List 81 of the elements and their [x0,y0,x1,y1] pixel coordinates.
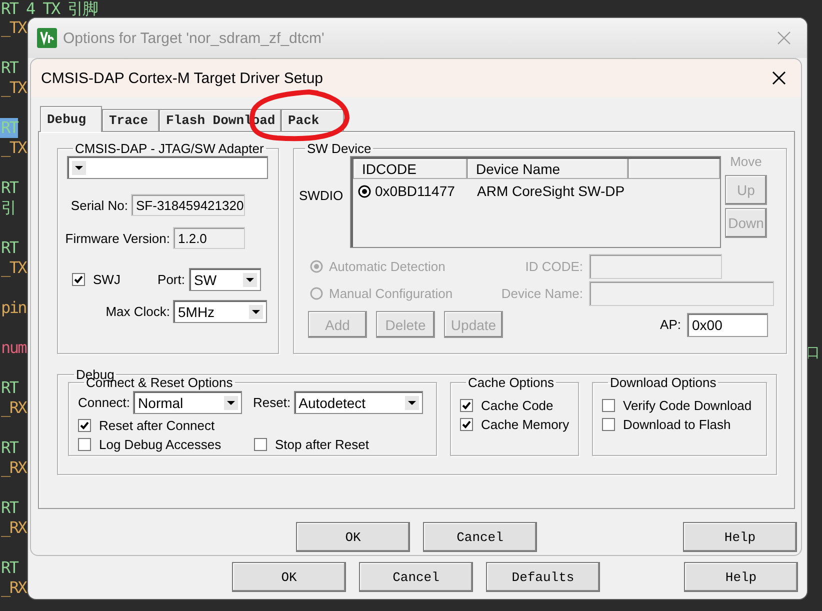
checkbox-label: Reset after Connect [99,418,215,433]
table-cell: 0x0BD11477 [375,183,455,199]
code-line: _TX [0,18,26,38]
group-title: Cache Options [467,375,555,390]
dialog-button[interactable]: Help [684,562,798,592]
dialog-button[interactable]: Defaults [486,562,600,592]
adapter-dropdown[interactable] [67,156,268,179]
field-label: Serial No: [70,198,128,212]
checkbox-label: Log Debug Accesses [99,437,222,452]
field-label: AP: [659,317,681,332]
code-line: pin [0,298,26,318]
tab[interactable]: Pack [281,109,344,131]
firmware-version-field[interactable]: 1.2.0 [173,227,245,249]
code-line: RT [0,238,18,258]
code-line: _RX [0,458,26,478]
checkbox[interactable] [602,418,615,431]
window-title: Options for Target 'nor_sdram_zf_dtcm' [63,30,324,46]
code-line: _TX [0,258,26,278]
ap-field[interactable]: 0x00 [687,312,768,336]
radio-label: Manual Configuration [329,286,453,301]
checkbox[interactable] [72,273,85,286]
checkbox-label: Cache Memory [481,417,570,432]
close-icon[interactable] [772,71,786,85]
code-line: RT [0,178,18,198]
checkbox[interactable] [460,399,473,412]
serial-number-field[interactable]: SF-318459421320 [131,194,245,216]
checkbox[interactable] [460,418,473,431]
max-clock-dropdown[interactable]: 5MHz [173,300,267,323]
table-cell: ARM CoreSight SW-DP [477,183,625,199]
checkbox[interactable] [602,399,615,412]
code-line: RT [0,378,18,398]
code-line: _RX [0,518,26,538]
code-line: RT [0,58,18,78]
app-logo-icon [37,28,57,48]
checkbox-label: SWJ [93,272,122,287]
port-dropdown[interactable]: SW [189,268,261,291]
code-line: RT [0,438,18,458]
code-line: RT 4 TX 引脚 [0,0,98,18]
code-line: _TX [0,138,26,158]
code-line: _RX [0,578,26,598]
reset-dropdown[interactable]: Autodetect [294,391,423,414]
move-label: Move [730,154,762,169]
dialog-button[interactable]: Cancel [359,562,473,592]
checkbox[interactable] [78,438,91,451]
field-label: Reset: [253,395,291,410]
dialog-button[interactable]: Cancel [423,522,537,552]
field-label: Port: [156,272,185,287]
code-line: _RX [0,398,26,418]
group-title: SW Device [306,141,372,156]
code-line: RT [0,498,18,518]
tab[interactable]: Debug [40,106,102,132]
radio-button[interactable] [358,184,371,198]
checkbox-label: Verify Code Download [623,398,752,413]
group-title: CMSIS-DAP - JTAG/SW Adapter [74,141,265,156]
checkbox-label: Download to Flash [623,417,731,432]
dialog-title: CMSIS-DAP Cortex-M Target Driver Setup [41,70,324,86]
row-label: SWDIO [299,188,344,203]
field-label: Device Name: [500,286,583,301]
code-line: RT [0,558,18,578]
code-line: num [0,338,26,358]
tab[interactable]: Trace [102,109,159,131]
field-label: Connect: [78,395,130,410]
checkbox-label: Stop after Reset [275,437,369,452]
dialog-button[interactable]: OK [232,562,346,592]
checkbox[interactable] [254,438,267,451]
field-label: ID CODE: [524,259,583,274]
field-label: Firmware Version: [64,230,170,246]
dialog-button[interactable]: Help [683,522,797,552]
checkbox[interactable] [78,419,91,432]
group-title: Download Options [609,375,718,390]
checkbox-label: Cache Code [481,398,554,413]
id-code-field[interactable] [589,254,722,279]
field-label: Max Clock: [104,304,170,319]
radio-label: Automatic Detection [329,259,446,274]
code-line: _TX [0,78,26,98]
code-line: 引 [0,198,16,218]
column-header: Device Name [467,159,628,179]
dialog-button[interactable]: OK [296,522,410,552]
device-name-field[interactable] [589,281,774,306]
column-header: IDCODE [353,159,467,179]
connect-dropdown[interactable]: Normal [133,391,242,414]
